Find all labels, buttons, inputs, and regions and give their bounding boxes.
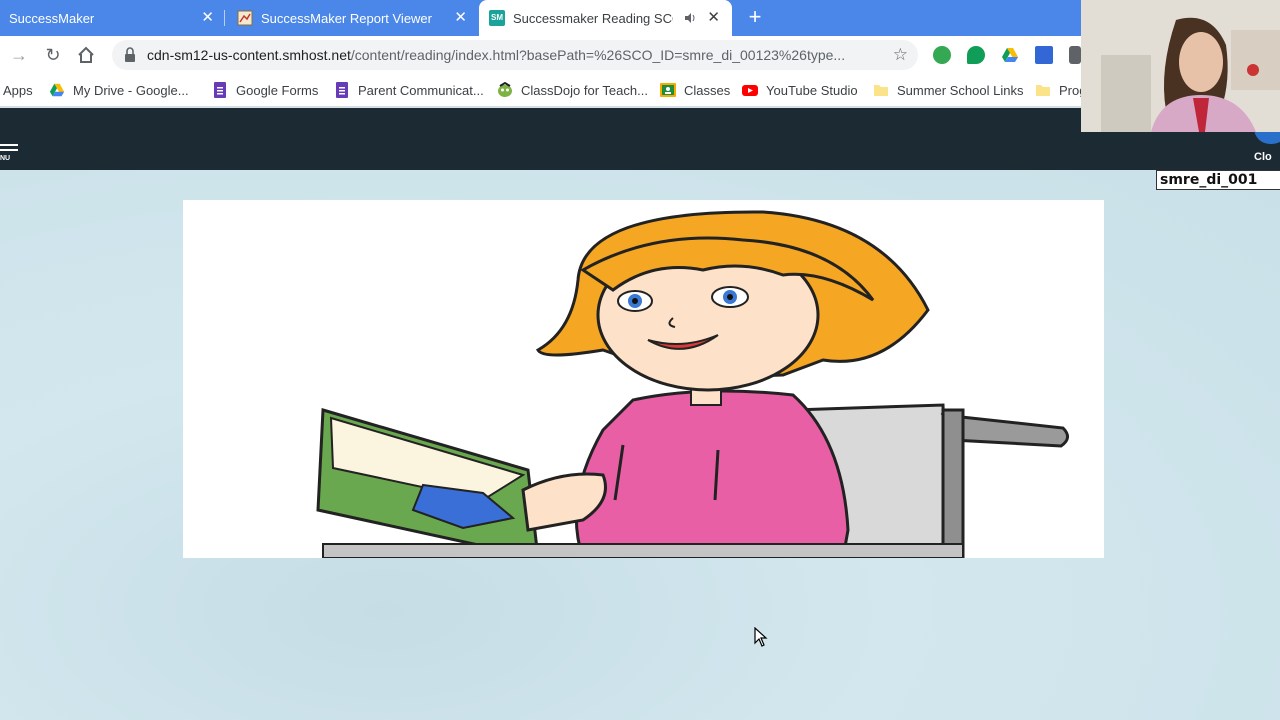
forward-icon[interactable]: → — [8, 44, 30, 66]
bookmark-google-forms[interactable]: Google Forms — [212, 80, 318, 100]
extension-green-circle-icon[interactable] — [933, 46, 951, 64]
close-activity-button[interactable]: Clo — [1248, 128, 1280, 168]
tab-divider — [224, 10, 225, 26]
extension-gray-icon[interactable] — [1069, 46, 1081, 64]
bookmark-label: Google Forms — [236, 82, 319, 98]
tab-title: Successmaker Reading SCO — [513, 10, 673, 26]
bookmark-classes[interactable]: Classes — [660, 80, 730, 100]
audio-playing-icon[interactable] — [684, 12, 696, 24]
new-tab-button[interactable]: + — [744, 6, 766, 29]
successmaker-favicon-icon: SM — [489, 10, 505, 26]
tab-report-viewer[interactable]: SuccessMaker Report Viewer ✕ — [228, 0, 477, 36]
tab-successmaker[interactable]: SuccessMaker ✕ — [0, 0, 224, 36]
youtube-icon — [742, 85, 758, 96]
bookmark-star-icon[interactable]: ☆ — [893, 45, 908, 65]
girl-reading-illustration — [183, 200, 1104, 558]
bookmark-my-drive[interactable]: My Drive - Google... — [49, 80, 189, 100]
close-label: Clo — [1254, 151, 1272, 163]
extension-chat-icon[interactable] — [967, 46, 985, 64]
bookmark-label: My Drive - Google... — [73, 82, 189, 98]
webcam-overlay — [1081, 0, 1280, 132]
bookmark-label: ClassDojo for Teach... — [521, 82, 648, 98]
tab-title: SuccessMaker — [9, 10, 95, 26]
bookmark-classdojo[interactable]: ClassDojo for Teach... — [497, 80, 648, 100]
folder-icon — [1036, 85, 1050, 96]
url-text: cdn-sm12-us-content.smhost.net/content/r… — [147, 47, 882, 63]
google-drive-icon[interactable] — [1001, 46, 1019, 64]
bookmark-label: Summer School Links — [897, 82, 1024, 98]
bookmark-summer-school-links[interactable]: Summer School Links — [873, 80, 1023, 100]
google-classroom-icon — [660, 83, 676, 97]
bookmark-apps[interactable]: Apps — [3, 80, 33, 100]
bookmark-parent-communication[interactable]: Parent Communicat... — [334, 80, 484, 100]
mouse-cursor-icon — [754, 627, 768, 647]
lock-icon — [125, 47, 135, 62]
address-bar[interactable]: cdn-sm12-us-content.smhost.net/content/r… — [112, 40, 918, 70]
bookmark-youtube-studio[interactable]: YouTube Studio — [742, 80, 858, 100]
url-host: cdn-sm12-us-content.smhost.net — [147, 47, 351, 63]
girl-reading-picture — [316, 210, 1069, 558]
bookmark-label: Apps — [3, 82, 33, 98]
google-forms-icon — [336, 82, 348, 98]
reload-icon[interactable]: ↻ — [42, 44, 64, 66]
folder-icon — [874, 85, 888, 96]
tab-successmaker-reading-sco[interactable]: SM Successmaker Reading SCO ✕ — [479, 0, 732, 36]
bookmark-prog[interactable]: Prog — [1035, 80, 1086, 100]
close-icon[interactable]: ✕ — [454, 10, 467, 26]
menu-button-label[interactable]: NU — [0, 155, 10, 162]
google-drive-icon — [49, 83, 65, 97]
report-viewer-favicon-icon — [237, 10, 253, 26]
webcam-video — [1081, 0, 1280, 132]
google-forms-icon — [214, 82, 226, 98]
sco-id-label: smre_di_001 — [1156, 170, 1280, 190]
bookmark-label: Parent Communicat... — [358, 82, 484, 98]
tab-title: SuccessMaker Report Viewer — [261, 10, 432, 26]
url-path: /content/reading/index.html?basePath=%26… — [350, 47, 846, 63]
close-icon[interactable]: ✕ — [707, 10, 720, 26]
home-icon[interactable] — [76, 45, 96, 65]
close-icon[interactable]: ✕ — [201, 10, 214, 26]
bookmark-label: Classes — [684, 82, 731, 98]
bookmark-label: YouTube Studio — [766, 82, 858, 98]
classdojo-icon — [498, 82, 512, 97]
extension-blue-square-icon[interactable] — [1035, 46, 1053, 64]
